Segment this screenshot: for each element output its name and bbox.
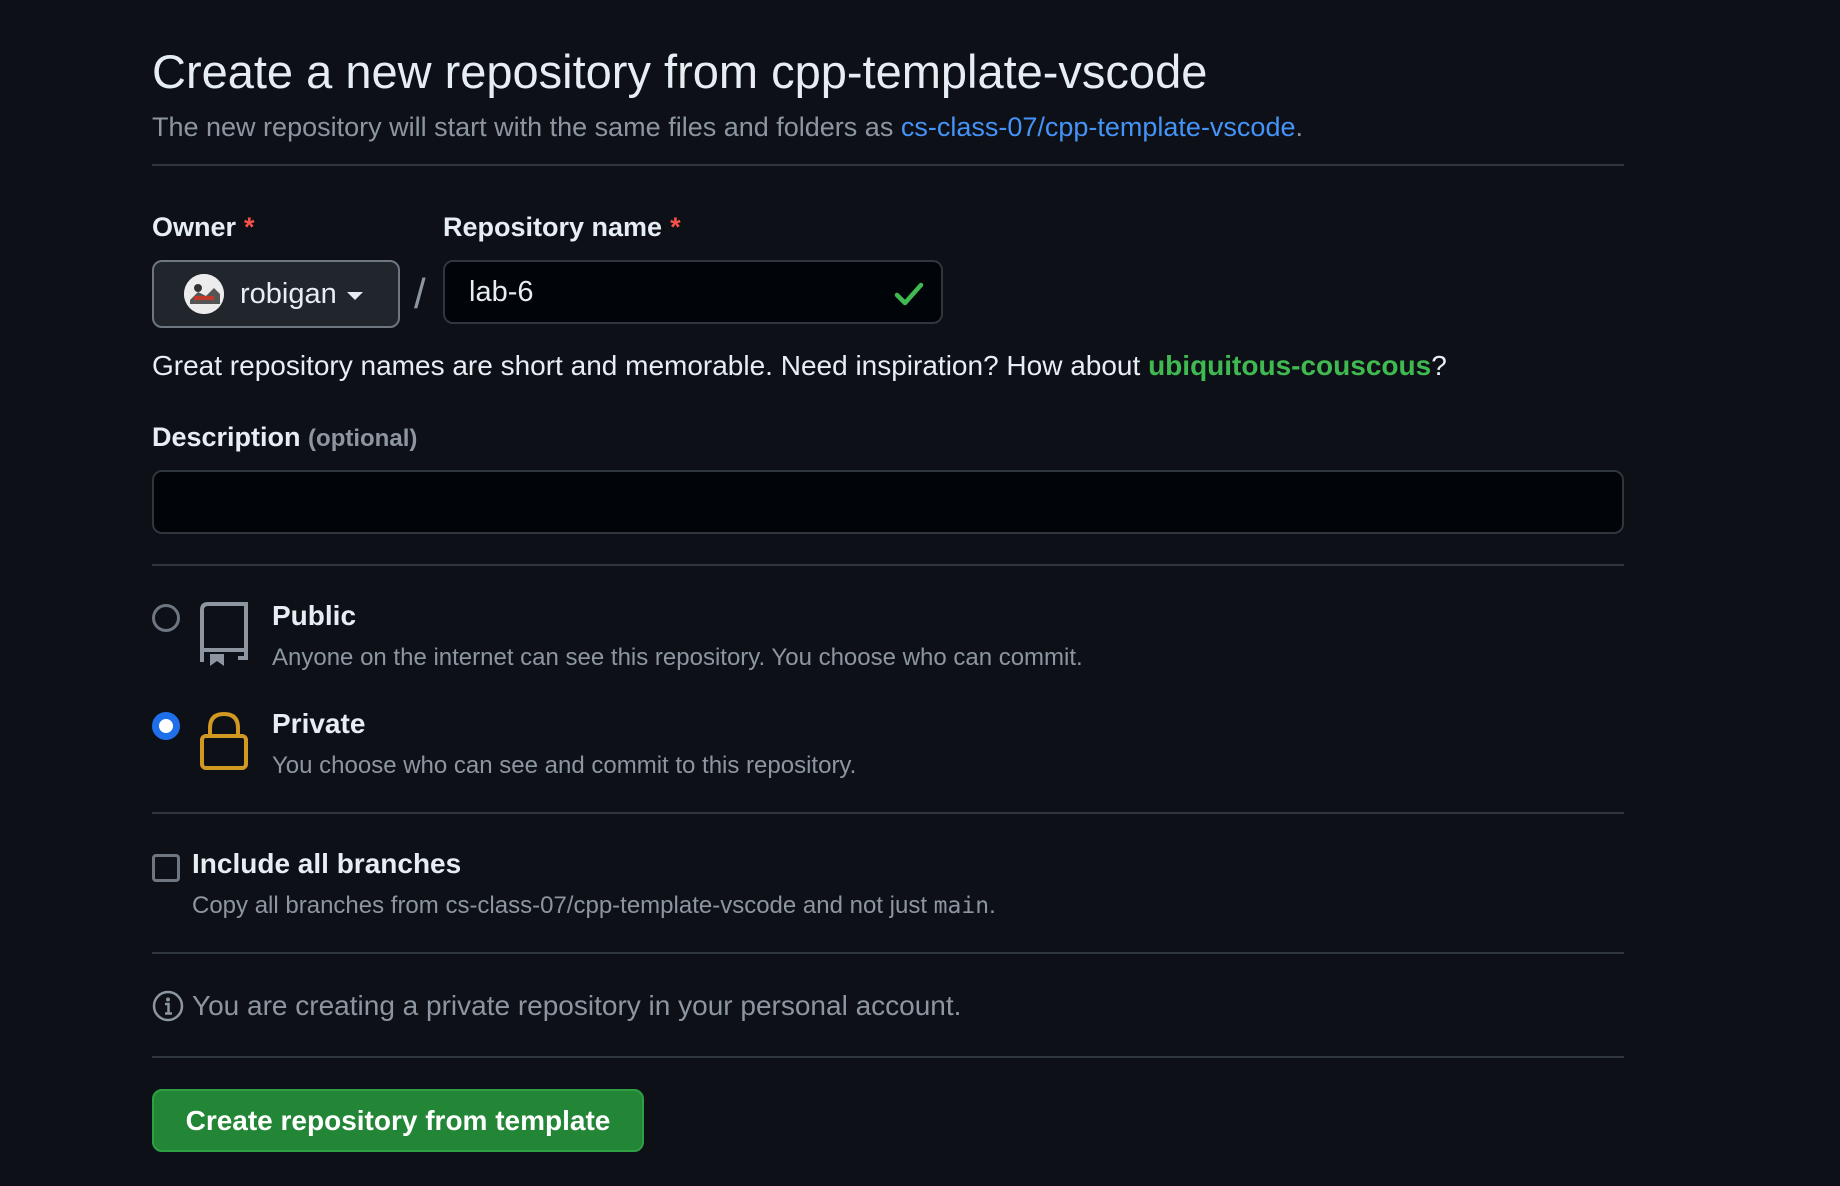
- public-title: Public: [272, 600, 357, 631]
- owner-label-text: Owner: [152, 212, 237, 242]
- chevron-down-icon: [346, 292, 363, 300]
- private-radio[interactable]: [152, 712, 180, 740]
- repo-icon: [200, 602, 248, 666]
- branches-desc-text: Copy all branches from cs-class-07/cpp-t…: [192, 892, 934, 919]
- owner-dropdown[interactable]: robigan: [152, 260, 400, 328]
- include-branches-checkbox[interactable]: [152, 854, 180, 882]
- lock-icon: [200, 712, 248, 770]
- divider: [152, 812, 1624, 814]
- owner-name: robigan: [240, 277, 337, 310]
- hint-text: Great repository names are short and mem…: [152, 350, 1149, 381]
- owner-repo-separator: /: [414, 270, 426, 317]
- info-icon: [152, 990, 184, 1022]
- divider: [152, 564, 1624, 566]
- repo-name-input[interactable]: lab-6: [443, 260, 943, 324]
- repo-name-hint: Great repository names are short and mem…: [152, 350, 1447, 382]
- repo-name-label-text: Repository name: [443, 212, 663, 242]
- avatar: [184, 274, 224, 314]
- template-link[interactable]: cs-class-07/cpp-template-vscode: [901, 112, 1296, 142]
- divider: [152, 952, 1624, 954]
- page-subtitle: The new repository will start with the s…: [152, 112, 1303, 143]
- repo-name-label: Repository name *: [443, 212, 681, 243]
- create-repository-button[interactable]: Create repository from template: [152, 1089, 644, 1152]
- page-title: Create a new repository from cpp-templat…: [152, 45, 1208, 98]
- repo-name-value: lab-6: [469, 275, 534, 308]
- check-icon: [894, 282, 924, 306]
- owner-label: Owner *: [152, 212, 255, 243]
- branches-desc-period: .: [989, 892, 996, 919]
- subtitle-text: The new repository will start with the s…: [152, 112, 901, 142]
- divider: [152, 164, 1624, 166]
- required-mark: *: [670, 212, 681, 242]
- subtitle-period: .: [1295, 112, 1303, 142]
- divider: [152, 1056, 1624, 1058]
- name-suggestion-link[interactable]: ubiquitous-couscous: [1148, 350, 1431, 381]
- private-title: Private: [272, 708, 366, 739]
- description-input[interactable]: [152, 470, 1624, 534]
- include-branches-description: Copy all branches from cs-class-07/cpp-t…: [192, 892, 996, 920]
- public-radio[interactable]: [152, 604, 180, 632]
- hint-question-mark: ?: [1431, 350, 1447, 381]
- include-branches-label: Include all branches: [192, 848, 462, 879]
- required-mark: *: [244, 212, 255, 242]
- optional-tag: (optional): [308, 425, 418, 452]
- public-description: Anyone on the internet can see this repo…: [272, 644, 1083, 671]
- default-branch-code: main: [933, 893, 990, 919]
- description-label-text: Description: [152, 422, 301, 452]
- private-description: You choose who can see and commit to thi…: [272, 752, 857, 779]
- description-label: Description (optional): [152, 422, 417, 453]
- info-message: You are creating a private repository in…: [192, 990, 962, 1021]
